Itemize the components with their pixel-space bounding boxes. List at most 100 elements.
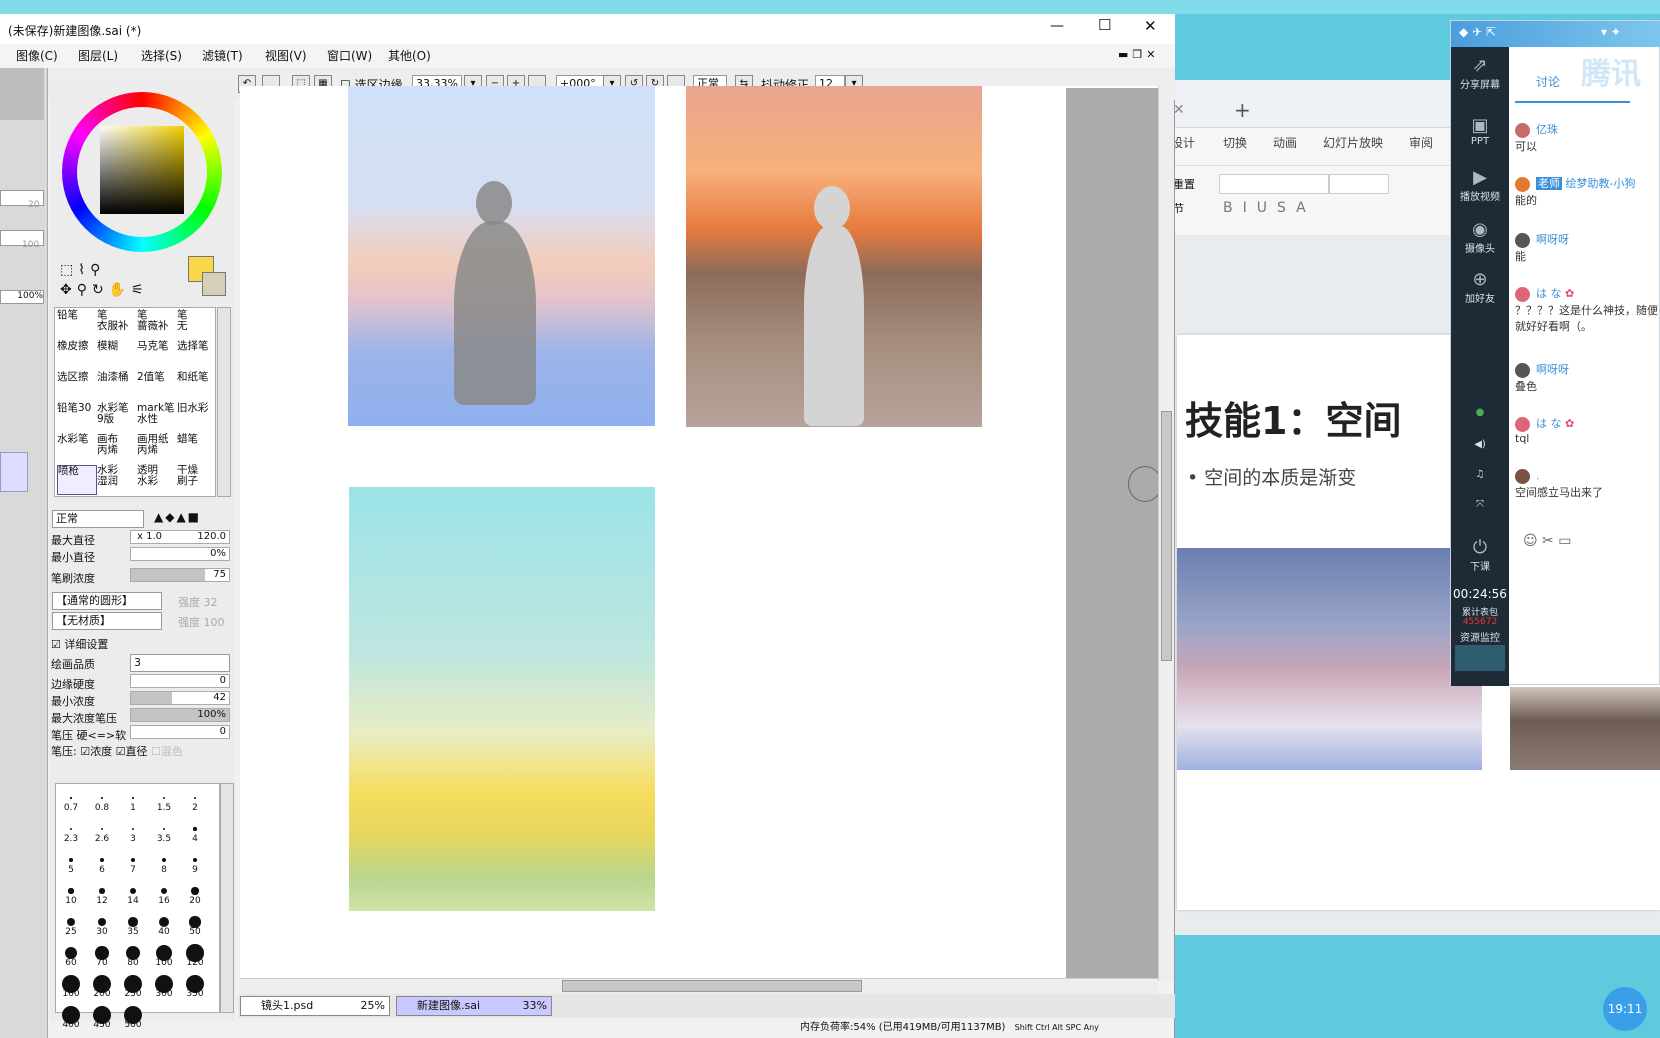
music-icon[interactable]: ♫: [1451, 469, 1509, 480]
end-class-button[interactable]: ⏻ 下课: [1451, 537, 1509, 573]
fullscreen-icon[interactable]: ⤧: [1451, 499, 1509, 510]
menu-filter[interactable]: 滤镜(T): [202, 44, 243, 68]
brush-shape-select[interactable]: 【通常的圆形】: [52, 592, 162, 610]
format-buttons[interactable]: BIUSA: [1223, 200, 1316, 216]
menu-layer[interactable]: 图层(L): [78, 44, 118, 68]
min-diameter-bar[interactable]: 0%: [130, 547, 230, 561]
mdi-controls[interactable]: ▬❐✕: [1118, 48, 1159, 61]
pressure-bar[interactable]: 0: [130, 725, 230, 739]
ribbon-tab-slideshow[interactable]: 幻灯片放映: [1323, 128, 1383, 158]
add-friend-button[interactable]: ⊕ 加好友: [1451, 269, 1509, 305]
horizontal-scrollbar[interactable]: [240, 978, 1158, 994]
brush-tool-5-2[interactable]: 透明 水彩: [137, 465, 177, 495]
brush-size-dot[interactable]: [128, 917, 138, 927]
font-select[interactable]: [1219, 174, 1329, 194]
camera-button[interactable]: ◉ 摄像头: [1451, 219, 1509, 255]
ribbon-tab-animation[interactable]: 动画: [1273, 128, 1297, 158]
brush-size-dot[interactable]: [70, 797, 72, 799]
brush-tool-3-3[interactable]: 旧水彩: [177, 403, 217, 433]
size-grid-scrollbar[interactable]: [220, 783, 234, 1013]
brush-tool-1-1[interactable]: 模糊: [97, 341, 137, 371]
brush-size-dot[interactable]: [130, 857, 136, 863]
selection-tool-icons[interactable]: ⬚⌇⚲: [60, 262, 105, 278]
brush-tool-0-1[interactable]: 笔 衣服补: [97, 310, 137, 340]
brush-tool-5-3[interactable]: 干燥 刷子: [177, 465, 217, 495]
mic-icon[interactable]: ●: [1451, 407, 1509, 418]
menu-other[interactable]: 其他(O): [388, 44, 431, 68]
speaker-icon[interactable]: ◀): [1451, 439, 1509, 450]
minimize-button[interactable]: —: [1050, 18, 1064, 34]
edge-bar[interactable]: 0: [130, 674, 230, 688]
density-bar[interactable]: 75: [130, 568, 230, 582]
close-button[interactable]: ✕: [1144, 17, 1157, 35]
quality-select[interactable]: 3: [130, 654, 230, 672]
brush-mode-select[interactable]: 正常: [52, 510, 144, 528]
brush-size-dot[interactable]: [161, 857, 167, 863]
ppt-button[interactable]: ▣ PPT: [1451, 115, 1509, 147]
max-pressure-bar[interactable]: 100%: [130, 708, 230, 722]
menu-select[interactable]: 选择(S): [141, 44, 182, 68]
max-diameter-bar[interactable]: x 1.0 120.0: [130, 530, 230, 544]
min-density-bar[interactable]: 42: [130, 691, 230, 705]
file-tab[interactable]: 镜头1.psd 25%: [240, 996, 390, 1016]
brush-tool-5-0[interactable]: 喷枪: [57, 465, 97, 495]
brush-size-dot[interactable]: [101, 797, 103, 799]
header-icons[interactable]: ◆ ✈ ⇱: [1459, 25, 1496, 39]
brush-tool-2-1[interactable]: 油漆桶: [97, 372, 137, 402]
brush-tool-0-0[interactable]: 铅笔: [57, 310, 97, 340]
layer-row-selected[interactable]: [0, 452, 28, 492]
brush-tool-1-0[interactable]: 橡皮擦: [57, 341, 97, 371]
brush-tool-4-1[interactable]: 画布 丙烯: [97, 434, 137, 464]
brush-tool-4-0[interactable]: 水彩笔: [57, 434, 97, 464]
brush-size-dot[interactable]: [67, 918, 75, 926]
brush-size-dot[interactable]: [132, 797, 134, 799]
brush-size-dot[interactable]: [192, 857, 198, 863]
brush-size-dot[interactable]: [193, 827, 197, 831]
brush-shape-buttons[interactable]: ▲◆▲■: [154, 510, 201, 524]
brush-tool-4-2[interactable]: 画用纸 丙烯: [137, 434, 177, 464]
secondary-color-swatch[interactable]: [202, 272, 226, 296]
brush-size-dot[interactable]: [100, 827, 104, 831]
pressure-options[interactable]: 笔压: ☑浓度 ☑直径 ☐混色: [51, 743, 183, 759]
brush-tool-4-3[interactable]: 蜡笔: [177, 434, 217, 464]
brush-size-dot[interactable]: [99, 888, 105, 894]
brush-size-dot[interactable]: [68, 888, 74, 894]
brush-tool-2-0[interactable]: 选区擦: [57, 372, 97, 402]
color-square[interactable]: [100, 126, 184, 214]
brush-tool-3-1[interactable]: 水彩笔 9版: [97, 403, 137, 433]
brush-size-dot[interactable]: [191, 887, 199, 895]
pin-icon[interactable]: ▾ ✦: [1601, 25, 1621, 39]
brush-tool-0-2[interactable]: 笔 蔷薇补: [137, 310, 177, 340]
texture-select[interactable]: 【无材质】: [52, 612, 162, 630]
brush-size-dot[interactable]: [131, 827, 135, 831]
brush-size-dot[interactable]: [69, 858, 73, 862]
detail-settings-checkbox[interactable]: ☑ 详细设置: [51, 636, 108, 652]
opacity-field[interactable]: 100%: [0, 290, 44, 304]
brush-size-dot[interactable]: [100, 858, 104, 862]
brush-tool-0-3[interactable]: 笔 无: [177, 310, 217, 340]
tab-discussion[interactable]: 讨论: [1536, 73, 1560, 90]
brush-tool-1-2[interactable]: 马克笔: [137, 341, 177, 371]
brush-size-dot[interactable]: [158, 916, 170, 928]
emoji-icon[interactable]: ☺ ✂ ▭: [1523, 533, 1571, 549]
ribbon-tab-review[interactable]: 审阅: [1409, 128, 1433, 158]
tool-grid-scrollbar[interactable]: [217, 307, 231, 497]
brush-size-dot[interactable]: [69, 827, 73, 831]
brush-size-dot[interactable]: [130, 888, 136, 894]
brush-tool-2-3[interactable]: 和纸笔: [177, 372, 217, 402]
brush-tool-3-0[interactable]: 铅笔30: [57, 403, 97, 433]
nav-tool-icons[interactable]: ✥⚲↻✋⚟: [60, 282, 149, 298]
maximize-button[interactable]: ☐: [1098, 16, 1111, 34]
brush-tool-3-2[interactable]: mark笔 水性: [137, 403, 177, 433]
brush-size-dot[interactable]: [193, 796, 197, 800]
font-size-select[interactable]: [1329, 174, 1389, 194]
menu-window[interactable]: 窗口(W): [327, 44, 372, 68]
menu-image[interactable]: 图像(C): [16, 44, 58, 68]
brush-tool-2-2[interactable]: 2值笔: [137, 372, 177, 402]
brush-tool-5-1[interactable]: 水彩 湿润: [97, 465, 137, 495]
share-screen-button[interactable]: ⇗ 分享屏幕: [1451, 55, 1509, 91]
brush-tool-1-3[interactable]: 选择笔: [177, 341, 217, 371]
brush-size-dot[interactable]: [162, 827, 166, 831]
vertical-scrollbar[interactable]: [1158, 86, 1174, 981]
menu-view[interactable]: 视图(V): [265, 44, 307, 68]
